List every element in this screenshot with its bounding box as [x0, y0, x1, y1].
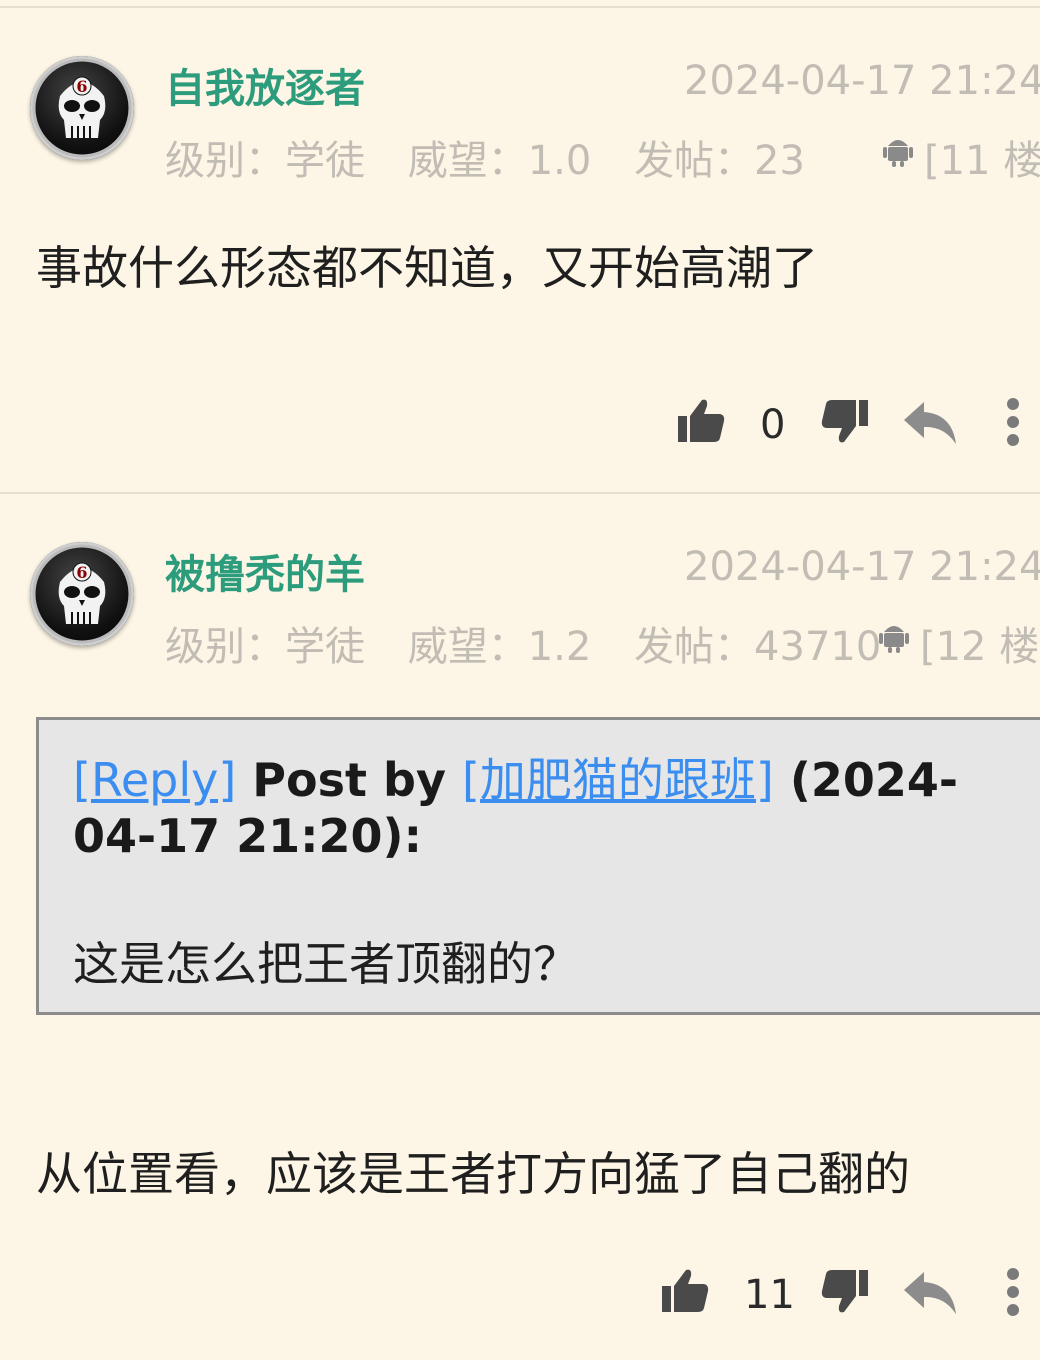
- reply-arrow-icon[interactable]: [902, 400, 958, 446]
- thumbs-up-icon[interactable]: [676, 396, 726, 444]
- android-icon: [883, 140, 913, 167]
- user-meta: 级别：学徒 威望：1.0 发帖：23: [165, 128, 805, 186]
- post-timestamp: 2024-04-17 21:24: [684, 58, 1040, 104]
- quoted-user-link[interactable]: [加肥猫的跟班]: [462, 753, 774, 807]
- quote-post-by: Post by: [236, 753, 462, 807]
- floor-number: [12 楼]: [920, 624, 1040, 670]
- forum-thread-page: 6 自我放逐者 2024-04-17 21:24 级别：学徒 威望：1.0 发帖…: [0, 0, 1040, 1360]
- user-prestige: 威望：1.0: [407, 138, 592, 184]
- svg-text:6: 6: [76, 77, 87, 96]
- user-post-count: 发帖：23: [634, 138, 805, 184]
- more-vertical-icon[interactable]: [1004, 396, 1022, 448]
- user-prestige: 威望：1.2: [407, 624, 592, 670]
- reply-arrow-icon[interactable]: [902, 1270, 958, 1316]
- user-level: 级别：学徒: [165, 138, 365, 184]
- post-content: 从位置看，应该是王者打方向猛了自己翻的: [36, 1147, 910, 1201]
- post-content: 事故什么形态都不知道，又开始高潮了: [36, 241, 818, 295]
- like-count: 0: [760, 402, 786, 448]
- like-count: 11: [744, 1272, 795, 1318]
- user-level: 级别：学徒: [165, 624, 365, 670]
- user-meta: 级别：学徒 威望：1.2 发帖：43710: [165, 614, 881, 672]
- quoted-text: 这是怎么把王者顶翻的？: [73, 937, 579, 991]
- thumbs-up-icon[interactable]: [660, 1266, 710, 1314]
- quote-block: [Reply] Post by [加肥猫的跟班] (2024-04-17 21:…: [36, 717, 1040, 1015]
- quote-header: [Reply] Post by [加肥猫的跟班] (2024-04-17 21:…: [73, 752, 1023, 864]
- username[interactable]: 被撸秃的羊: [165, 542, 365, 600]
- punisher-skull-avatar-icon: 6: [32, 58, 132, 158]
- username[interactable]: 自我放逐者: [165, 56, 365, 114]
- more-vertical-icon[interactable]: [1004, 1266, 1022, 1318]
- floor-number: [11 楼]: [924, 138, 1040, 184]
- thumbs-down-icon[interactable]: [820, 1268, 870, 1316]
- punisher-skull-avatar-icon: 6: [32, 544, 132, 644]
- user-post-count: 发帖：43710: [634, 624, 882, 670]
- user-avatar[interactable]: 6: [30, 56, 134, 160]
- post-divider: [0, 492, 1040, 494]
- reply-link[interactable]: [Reply]: [73, 753, 236, 807]
- svg-text:6: 6: [76, 563, 87, 582]
- android-icon: [879, 626, 909, 653]
- top-divider: [0, 6, 1040, 8]
- user-avatar[interactable]: 6: [30, 542, 134, 646]
- thumbs-down-icon[interactable]: [820, 398, 870, 446]
- post-timestamp: 2024-04-17 21:24: [684, 544, 1040, 590]
